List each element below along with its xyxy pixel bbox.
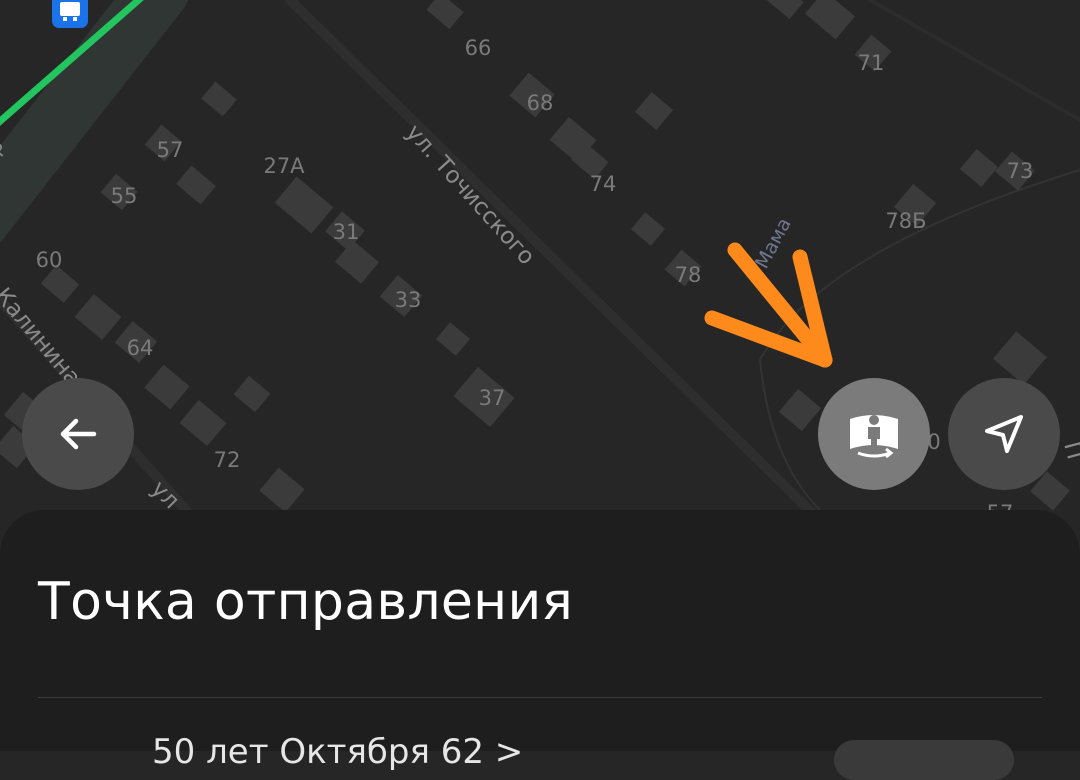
navigation-arrow-icon [985, 415, 1023, 453]
street-panorama-button[interactable] [818, 378, 930, 490]
address-link[interactable]: 50 лет Октября 62 > [152, 732, 523, 772]
house-number: 31 [333, 220, 360, 244]
house-number: 60 [36, 248, 63, 272]
house-number: 68 [527, 91, 554, 115]
house-number: 74 [590, 172, 617, 196]
divider [38, 697, 1042, 698]
house-number: 66 [465, 36, 492, 60]
house-number: 78Б [885, 209, 926, 233]
house-number: 73 [1007, 159, 1034, 183]
arrow-left-icon [60, 418, 97, 450]
house-number: 55 [111, 184, 138, 208]
street-panorama-icon [850, 415, 898, 459]
sheet-action-button[interactable] [834, 740, 1014, 780]
bus-stop-icon[interactable] [52, 0, 88, 28]
sheet-title: Точка отправления [38, 572, 574, 632]
house-number: 57 [157, 138, 184, 162]
back-button[interactable] [22, 378, 134, 490]
my-location-button[interactable] [948, 378, 1060, 490]
house-number: 27А [263, 154, 305, 178]
house-number: 78 [675, 263, 702, 287]
house-number: 33 [395, 288, 422, 312]
house-number: 71 [858, 51, 885, 75]
house-number: 72 [214, 448, 241, 472]
house-number: 37 [479, 386, 506, 410]
house-number: 64 [127, 336, 154, 360]
